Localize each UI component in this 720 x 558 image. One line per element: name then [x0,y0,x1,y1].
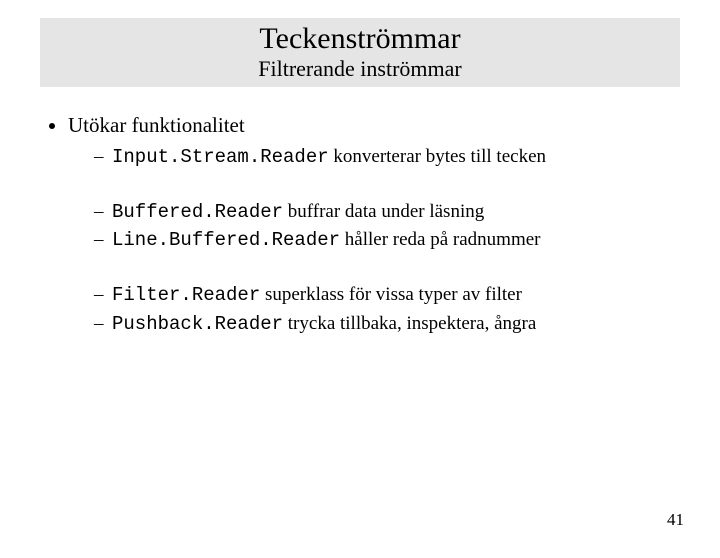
list-item: Filter.Reader superklass för vissa typer… [94,282,680,309]
slide-body: Utökar funktionalitet Input.Stream.Reade… [0,113,720,337]
code-text: Line.Buffered.Reader [112,229,340,251]
desc-text: konverterar bytes till tecken [329,146,546,167]
code-text: Filter.Reader [112,284,260,306]
slide-title: Teckenströmmar [40,22,680,55]
list-item: Utökar funktionalitet Input.Stream.Reade… [68,113,680,337]
code-text: Input.Stream.Reader [112,146,329,168]
title-block: Teckenströmmar Filtrerande inströmmar [40,18,680,87]
list-item: Line.Buffered.Reader håller reda på radn… [94,227,680,254]
bullet-list: Utökar funktionalitet Input.Stream.Reade… [40,113,680,337]
desc-text: superklass för vissa typer av filter [260,284,522,305]
code-text: Buffered.Reader [112,201,283,223]
spacer [94,256,680,282]
desc-text: buffrar data under läsning [283,201,484,222]
desc-text: trycka tillbaka, inspektera, ångra [283,313,536,334]
code-text: Pushback.Reader [112,313,283,335]
sub-list: Input.Stream.Reader konverterar bytes ti… [68,144,680,337]
slide-subtitle: Filtrerande inströmmar [40,57,680,81]
spacer [94,173,680,199]
bullet-text: Utökar funktionalitet [68,113,245,137]
list-item: Input.Stream.Reader konverterar bytes ti… [94,144,680,171]
list-item: Pushback.Reader trycka tillbaka, inspekt… [94,311,680,338]
desc-text: håller reda på radnummer [340,229,540,250]
list-item: Buffered.Reader buffrar data under läsni… [94,199,680,226]
slide: Teckenströmmar Filtrerande inströmmar Ut… [0,18,720,558]
page-number: 41 [667,510,684,530]
